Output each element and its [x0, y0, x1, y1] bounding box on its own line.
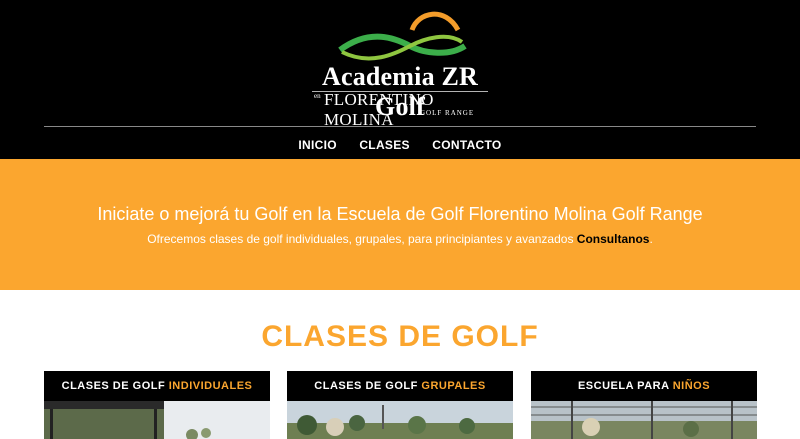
card-individuales[interactable]: CLASES DE GOLF INDIVIDUALES — [44, 371, 270, 439]
card-header: CLASES DE GOLF GRUPALES — [287, 371, 513, 401]
header-divider — [44, 126, 756, 127]
card-photo — [287, 401, 513, 439]
hero-title: Iniciate o mejorá tu Golf en la Escuela … — [97, 204, 703, 224]
card-photo — [44, 401, 270, 439]
card-photo — [531, 401, 757, 439]
nav-inicio[interactable]: INICIO — [298, 138, 336, 152]
card-header: CLASES DE GOLF INDIVIDUALES — [44, 371, 270, 401]
nav-contacto[interactable]: CONTACTO — [432, 138, 501, 152]
card-accent: GRUPALES — [421, 380, 486, 392]
site-header: Academia ZR Golf en FLORENTINO MOLINA GO… — [0, 0, 800, 159]
consultanos-link[interactable]: Consultanos — [577, 232, 650, 246]
site-logo[interactable]: Academia ZR Golf en FLORENTINO MOLINA GO… — [300, 8, 500, 129]
section-title: CLASES DE GOLF — [261, 320, 539, 353]
golf-swoosh-icon — [338, 11, 467, 61]
card-header: ESCUELA PARA NIÑOS — [531, 371, 757, 401]
card-prefix: CLASES DE GOLF — [314, 380, 422, 392]
card-accent: INDIVIDUALES — [168, 380, 253, 392]
card-prefix: CLASES DE GOLF — [61, 380, 169, 392]
card-ninos[interactable]: ESCUELA PARA NIÑOS — [531, 371, 757, 439]
card-accent: NIÑOS — [672, 380, 711, 392]
logo-en: en — [314, 92, 321, 100]
hero-banner: Iniciate o mejorá tu Golf en la Escuela … — [0, 159, 800, 290]
hero-period: . — [649, 232, 653, 246]
hero-subtitle-text: Ofrecemos clases de golf individuales, g… — [147, 232, 574, 246]
card-grupales[interactable]: CLASES DE GOLF GRUPALES — [287, 371, 513, 439]
hero-subtitle: Ofrecemos clases de golf individuales, g… — [0, 232, 800, 246]
nav-clases[interactable]: CLASES — [359, 138, 409, 152]
logo-range: GOLF RANGE — [420, 109, 475, 117]
card-prefix: ESCUELA PARA — [577, 380, 673, 392]
main-nav: INICIO CLASES CONTACTO — [0, 136, 800, 154]
